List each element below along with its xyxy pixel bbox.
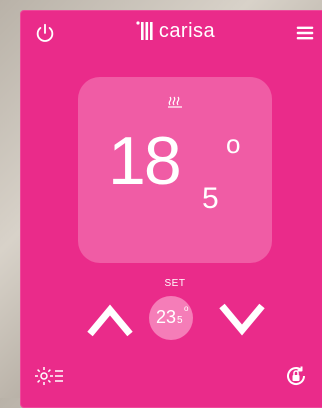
current-temperature-integer: 18 — [108, 123, 182, 199]
thermostat-panel: carisa 18 5 o SET 23 5 o — [20, 10, 322, 408]
current-temperature-card: 18 5 o — [78, 77, 272, 263]
hamburger-menu-icon[interactable] — [294, 22, 316, 44]
lock-rotate-icon[interactable] — [284, 364, 308, 388]
setpoint-label: SET — [164, 278, 186, 289]
brand-logo: carisa — [20, 19, 322, 43]
settings-list-icon[interactable] — [34, 364, 64, 388]
setpoint-display: 23 5 o — [149, 296, 193, 340]
setpoint-decimal: 5 — [177, 315, 183, 326]
setpoint-integer: 23 — [156, 307, 177, 327]
current-temperature-degree: o — [226, 129, 241, 159]
chevron-down-icon[interactable] — [216, 300, 268, 340]
current-temperature-decimal: 5 — [202, 182, 219, 215]
setpoint-degree: o — [184, 304, 189, 313]
heating-icon — [168, 96, 182, 108]
chevron-up-icon[interactable] — [84, 300, 136, 340]
brand-name: carisa — [158, 19, 216, 42]
carisa-logo-icon — [136, 21, 153, 40]
